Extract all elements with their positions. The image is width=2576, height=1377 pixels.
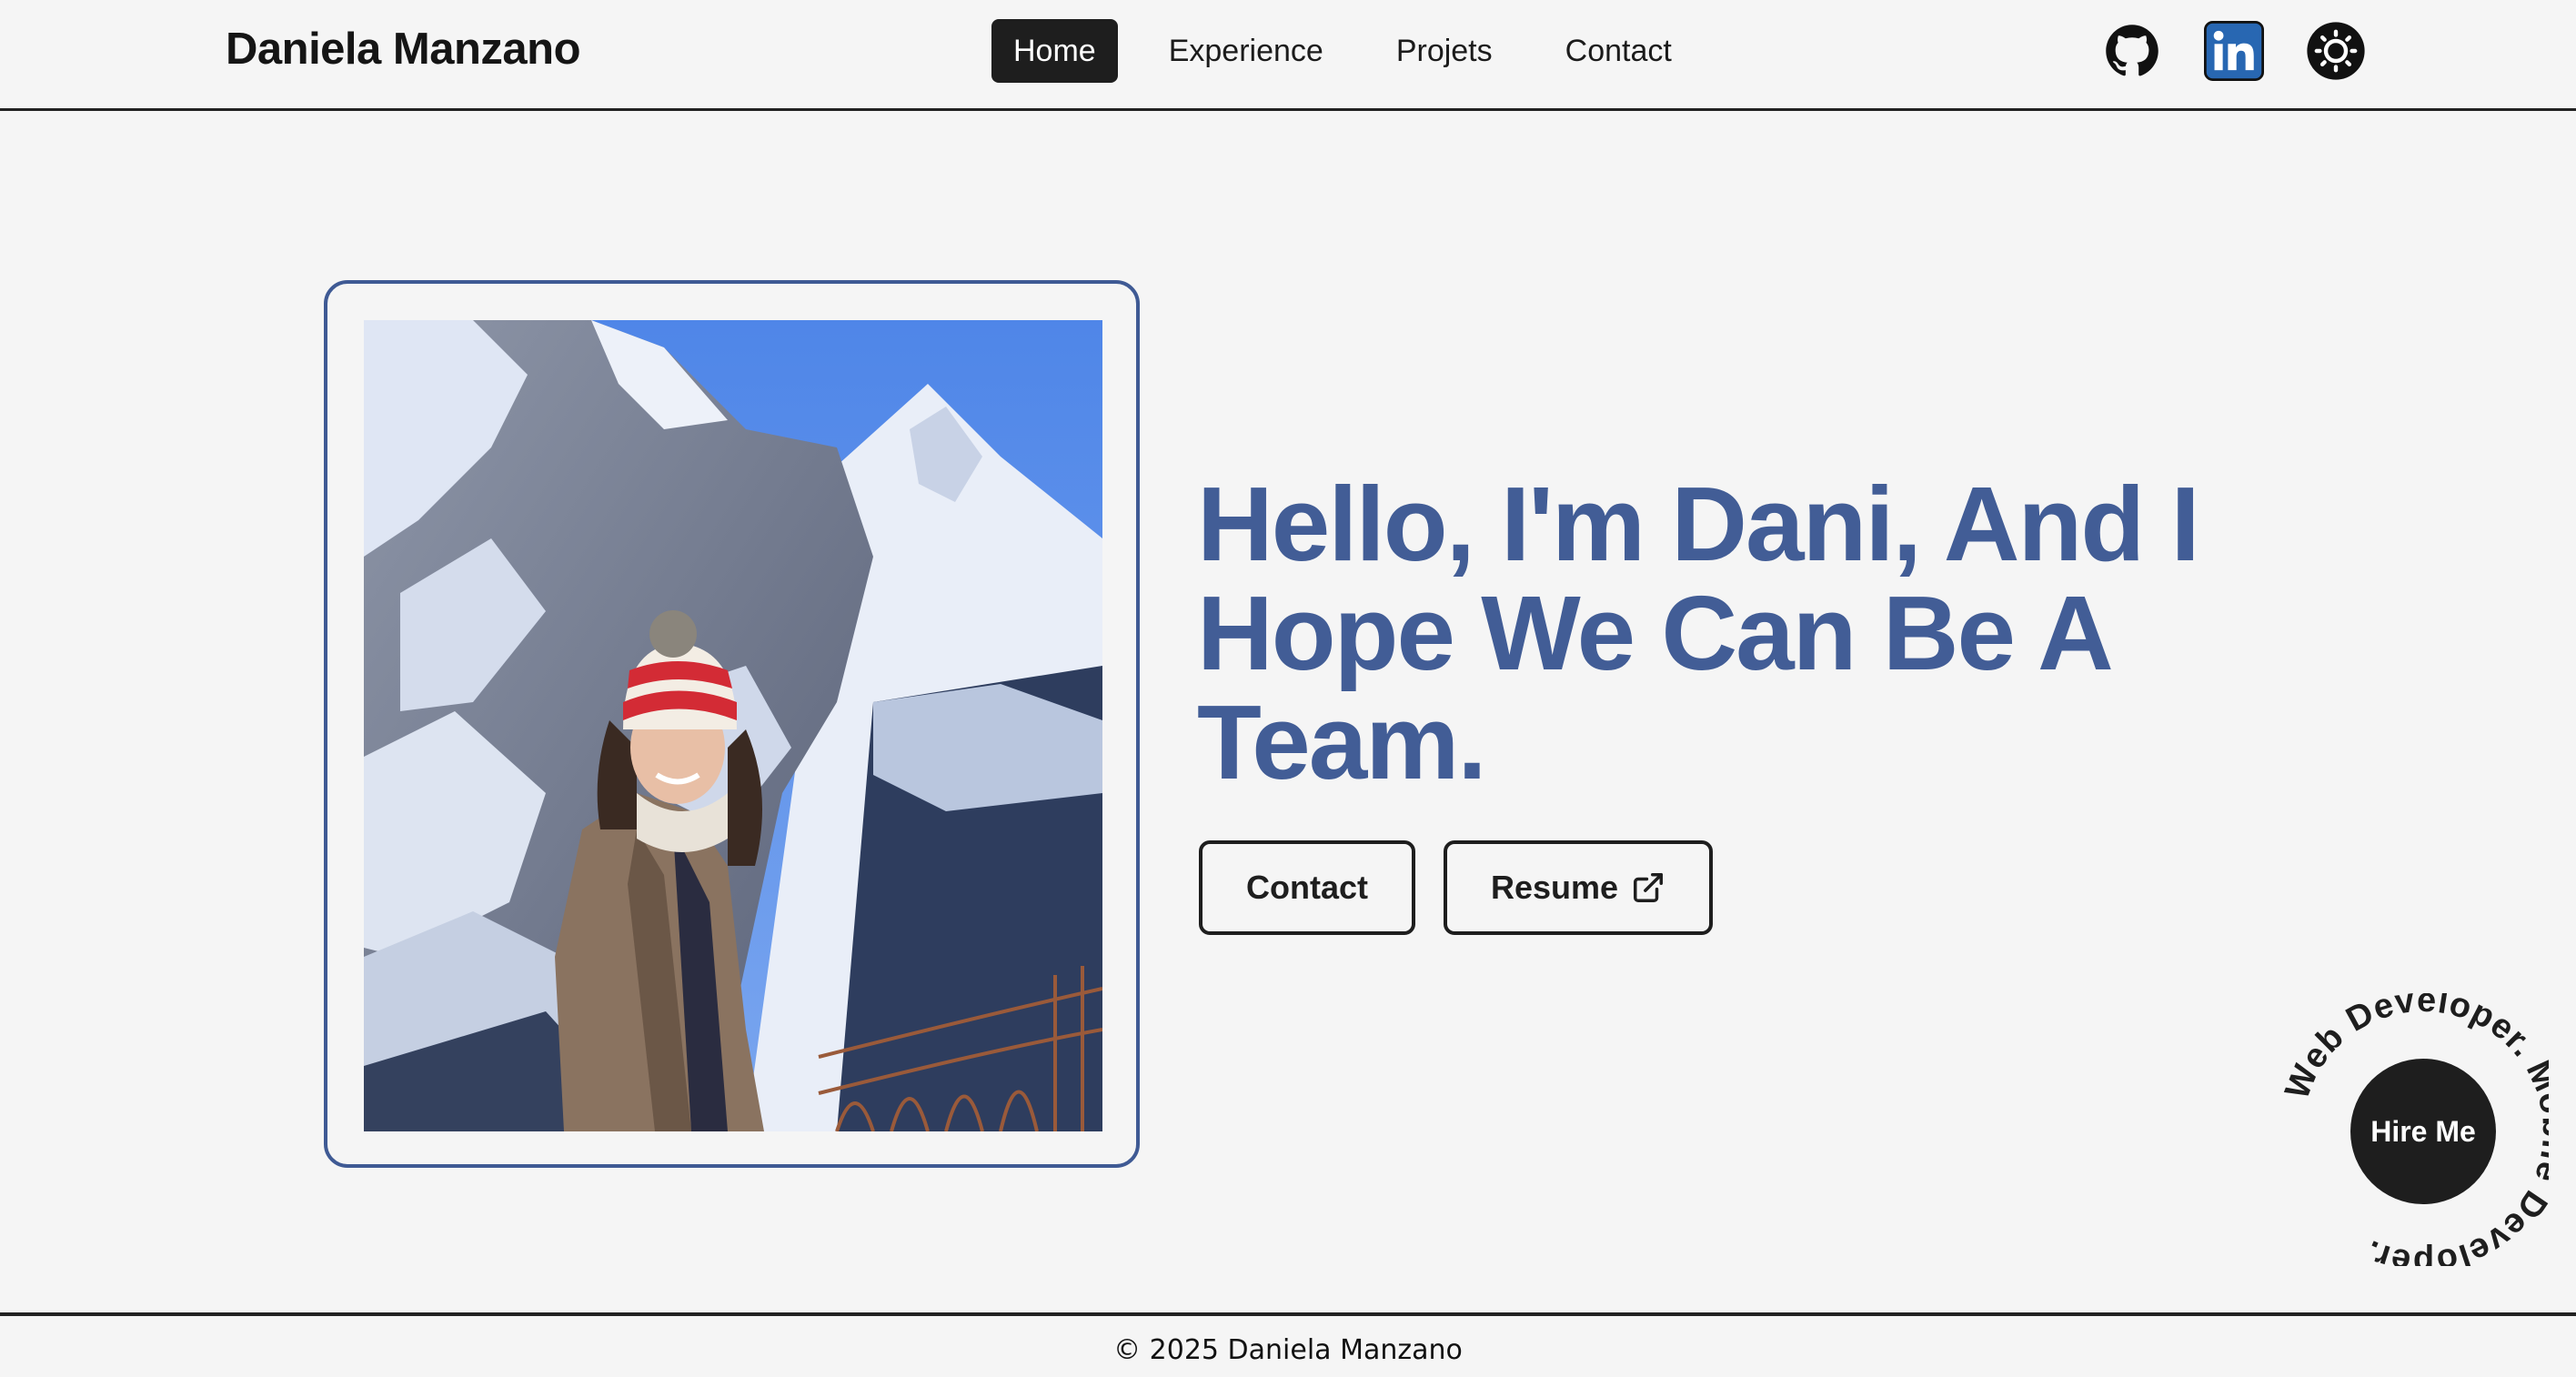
- copyright-text: © 2025 Daniela Manzano: [1113, 1334, 1463, 1366]
- nav-home[interactable]: Home: [991, 19, 1118, 83]
- main-nav: Home Experience Projets Contact: [991, 19, 1723, 83]
- theme-toggle-icon[interactable]: [2305, 20, 2367, 82]
- hire-me-badge: Web Developer. Mobile Developer. Hire Me: [2276, 993, 2549, 1266]
- external-link-icon: [1634, 873, 1664, 902]
- nav-experience[interactable]: Experience: [1147, 19, 1345, 83]
- profile-photo-frame: [324, 280, 1140, 1168]
- resume-button[interactable]: Resume: [1444, 840, 1713, 935]
- hire-me-button[interactable]: Hire Me: [2350, 1059, 2496, 1204]
- contact-button-label: Contact: [1246, 869, 1368, 906]
- nav-contact[interactable]: Contact: [1544, 19, 1694, 83]
- nav-projects[interactable]: Projets: [1374, 19, 1514, 83]
- github-icon[interactable]: [2101, 20, 2163, 82]
- hero-headline: Hello, I'm Dani, And I Hope We Can Be A …: [1197, 465, 2200, 801]
- page: Daniela Manzano Home Experience Projets …: [0, 0, 2576, 1377]
- contact-button[interactable]: Contact: [1199, 840, 1415, 935]
- header-icons: [2101, 20, 2367, 82]
- site-header: Daniela Manzano Home Experience Projets …: [0, 0, 2576, 111]
- resume-button-label: Resume: [1490, 869, 1619, 906]
- profile-photo: [364, 320, 1102, 1131]
- site-footer: © 2025 Daniela Manzano: [0, 1312, 2576, 1377]
- brand-name[interactable]: Daniela Manzano: [226, 24, 581, 75]
- linkedin-icon[interactable]: [2203, 20, 2265, 82]
